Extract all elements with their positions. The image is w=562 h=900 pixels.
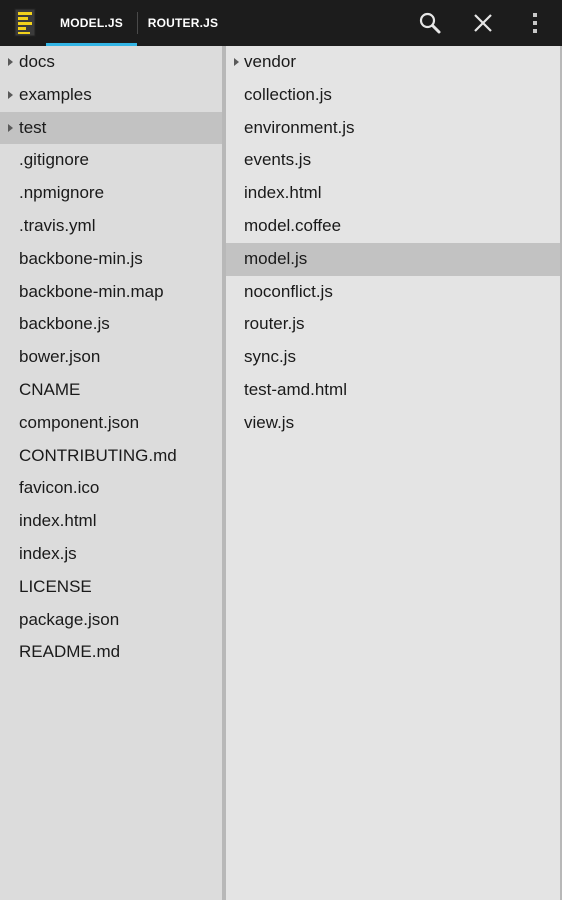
item-label: README.md <box>19 642 121 662</box>
file-item[interactable]: model.js <box>226 242 560 276</box>
file-item[interactable]: CONTRIBUTING.md <box>0 440 222 473</box>
folder-item[interactable]: test <box>0 111 222 145</box>
file-item[interactable]: view.js <box>226 407 560 440</box>
file-item[interactable]: events.js <box>226 144 560 177</box>
search-button[interactable] <box>407 0 453 46</box>
file-item[interactable]: .gitignore <box>0 144 222 177</box>
item-label: index.html <box>19 511 97 531</box>
file-item[interactable]: backbone.js <box>0 308 222 341</box>
file-item[interactable]: favicon.ico <box>0 472 222 505</box>
item-label: .travis.yml <box>19 215 96 235</box>
left-file-list: docs examples test .gitignore .npmignore .tra… <box>0 46 222 669</box>
file-item[interactable]: index.js <box>0 538 222 571</box>
item-label: CONTRIBUTING.md <box>19 445 177 465</box>
folder-item[interactable]: examples <box>0 79 222 112</box>
file-item[interactable]: LICENSE <box>0 571 222 604</box>
expand-arrow-icon <box>8 58 13 66</box>
item-label: bower.json <box>19 347 101 367</box>
item-label: sync.js <box>244 347 296 367</box>
item-label: model.coffee <box>244 215 342 235</box>
overflow-menu-button[interactable] <box>512 0 558 46</box>
right-file-list: vendor collection.js environment.js events.… <box>226 46 560 440</box>
item-label: test <box>19 117 47 137</box>
item-label: index.html <box>244 183 322 203</box>
item-label: router.js <box>244 314 305 334</box>
file-item[interactable]: .npmignore <box>0 177 222 210</box>
item-label: environment.js <box>244 117 355 137</box>
tab-router-js[interactable]: ROUTER.JS <box>138 0 228 46</box>
item-label: events.js <box>244 150 312 170</box>
action-bar: MODEL.JS ROUTER.JS <box>0 0 562 47</box>
item-label: .gitignore <box>19 150 89 170</box>
item-label: backbone-min.js <box>19 248 143 268</box>
file-item[interactable]: bower.json <box>0 341 222 374</box>
file-browser-app: MODEL.JS ROUTER.JS docs examples test .g… <box>0 0 562 900</box>
item-label: test-amd.html <box>244 379 347 399</box>
close-button[interactable] <box>460 0 506 46</box>
file-item[interactable]: environment.js <box>226 112 560 145</box>
item-label: .npmignore <box>19 183 105 203</box>
file-item[interactable]: backbone-min.map <box>0 276 222 309</box>
close-icon <box>474 14 492 32</box>
file-item[interactable]: sync.js <box>226 341 560 374</box>
file-item[interactable]: CNAME <box>0 374 222 407</box>
file-item[interactable]: backbone-min.js <box>0 243 222 276</box>
expand-arrow-icon <box>234 58 239 66</box>
item-label: collection.js <box>244 84 332 104</box>
file-item[interactable]: model.coffee <box>226 210 560 243</box>
file-item[interactable]: noconflict.js <box>226 276 560 309</box>
item-label: CNAME <box>19 379 81 399</box>
tab-label: ROUTER.JS <box>147 16 219 30</box>
item-label: index.js <box>19 543 77 563</box>
file-item[interactable]: README.md <box>0 636 222 669</box>
item-label: favicon.ico <box>19 478 100 498</box>
app-document-icon[interactable] <box>12 7 40 39</box>
item-label: backbone-min.map <box>19 281 164 301</box>
item-label: component.json <box>19 412 140 432</box>
search-icon <box>419 12 441 34</box>
tab-model-js[interactable]: MODEL.JS <box>46 0 137 46</box>
item-label: LICENSE <box>19 576 92 596</box>
item-label: noconflict.js <box>244 281 333 301</box>
folder-item[interactable]: vendor <box>226 46 560 79</box>
item-label: model.js <box>244 248 308 268</box>
file-item[interactable]: index.html <box>226 177 560 210</box>
item-label: backbone.js <box>19 314 110 334</box>
expand-arrow-icon <box>8 123 13 132</box>
file-item[interactable]: index.html <box>0 505 222 538</box>
file-item[interactable]: test-amd.html <box>226 374 560 407</box>
left-file-list-panel[interactable]: docs examples test .gitignore .npmignore .tra… <box>0 46 222 900</box>
file-item[interactable]: router.js <box>226 308 560 341</box>
item-label: docs <box>19 52 55 71</box>
folder-item[interactable]: docs <box>0 46 222 79</box>
item-label: examples <box>19 84 92 104</box>
expand-arrow-icon <box>8 90 13 99</box>
tab-label: MODEL.JS <box>60 16 123 30</box>
file-item[interactable]: collection.js <box>226 79 560 112</box>
item-label: vendor <box>244 52 296 71</box>
item-label: view.js <box>244 412 295 432</box>
item-label: package.json <box>19 609 120 629</box>
file-item[interactable]: component.json <box>0 407 222 440</box>
overflow-menu-icon <box>533 13 537 33</box>
file-item[interactable]: package.json <box>0 604 222 637</box>
file-item[interactable]: .travis.yml <box>0 210 222 243</box>
right-file-list-panel[interactable]: vendor collection.js environment.js events.… <box>226 46 560 900</box>
